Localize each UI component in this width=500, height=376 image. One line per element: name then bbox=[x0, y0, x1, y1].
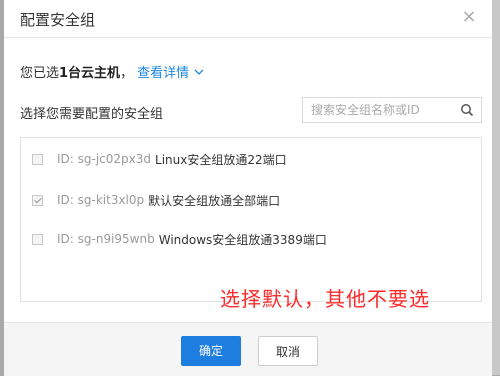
search-input[interactable] bbox=[311, 102, 451, 118]
security-group-checkbox[interactable] bbox=[32, 153, 43, 165]
close-icon[interactable]: × bbox=[460, 8, 478, 26]
page-scrollbar[interactable] bbox=[492, 0, 500, 375]
choose-security-group-label: 选择您需要配置的安全组 bbox=[20, 107, 164, 122]
security-group-name: 默认安全组放通全部端口 bbox=[148, 193, 281, 208]
chevron-down-icon[interactable] bbox=[194, 67, 204, 77]
search-box[interactable] bbox=[302, 97, 482, 123]
dialog-header: 配置安全组 × bbox=[4, 0, 492, 38]
selected-count: 1台云主机 bbox=[59, 66, 121, 81]
security-group-row[interactable]: ID: sg-kit3xl0p 默认安全组放通全部端口 bbox=[21, 189, 280, 211]
view-details-link[interactable]: 查看详情 bbox=[137, 62, 189, 81]
confirm-button[interactable]: 确定 bbox=[181, 336, 241, 366]
security-group-id: ID: sg-n9i95wnb bbox=[57, 232, 155, 246]
security-group-checkbox[interactable] bbox=[32, 233, 43, 245]
dialog-title: 配置安全组 bbox=[20, 11, 96, 29]
search-icon[interactable] bbox=[460, 103, 474, 117]
selected-hosts-summary: 您已选 1台云主机 ， 查看详情 bbox=[20, 62, 204, 81]
dialog-footer: 确定 取消 bbox=[4, 322, 492, 376]
security-group-id: ID: sg-kit3xl0p bbox=[57, 193, 145, 207]
security-group-name: Windows安全组放通3389端口 bbox=[158, 232, 327, 247]
selected-separator: ， bbox=[120, 66, 134, 81]
configure-security-group-dialog: 配置安全组 × 您已选 1台云主机 ， 查看详情 选择您需要配置的安全组 ID:… bbox=[4, 0, 492, 376]
cancel-button[interactable]: 取消 bbox=[258, 336, 318, 366]
selected-prefix: 您已选 bbox=[20, 66, 60, 81]
security-group-row[interactable]: ID: sg-n9i95wnb Windows安全组放通3389端口 bbox=[21, 228, 327, 250]
security-group-checkbox[interactable] bbox=[32, 194, 43, 206]
annotation-text: 选择默认，其他不要选 bbox=[220, 287, 430, 311]
security-group-list: ID: sg-jc02px3d Linux安全组放通22端口 ID: sg-ki… bbox=[20, 137, 482, 302]
security-group-id: ID: sg-jc02px3d bbox=[57, 152, 152, 166]
security-group-row[interactable]: ID: sg-jc02px3d Linux安全组放通22端口 bbox=[21, 148, 287, 170]
security-group-name: Linux安全组放通22端口 bbox=[155, 152, 287, 167]
